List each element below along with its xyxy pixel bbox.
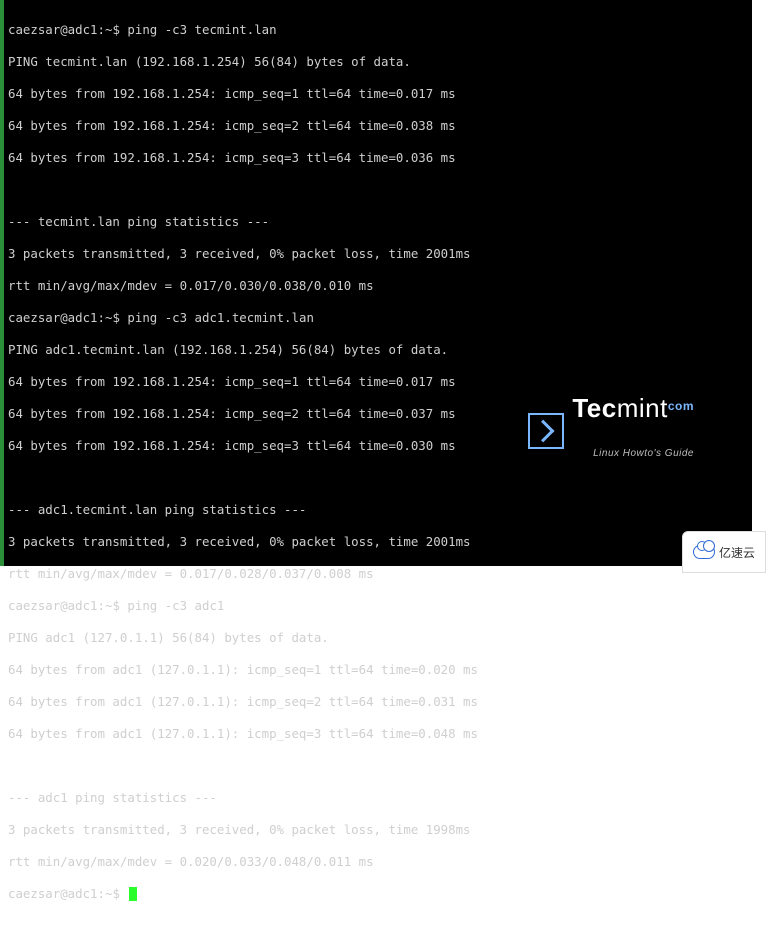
terminal-window[interactable]: caezsar@adc1:~$ ping -c3 tecmint.lan PIN… xyxy=(0,0,752,566)
ping3-stats-title: --- adc1 ping statistics --- xyxy=(4,790,752,806)
command-2: ping -c3 adc1.tecmint.lan xyxy=(127,310,314,325)
prompt-line-1: caezsar@adc1:~$ ping -c3 tecmint.lan xyxy=(4,22,752,38)
ping1-reply-2: 64 bytes from 192.168.1.254: icmp_seq=2 … xyxy=(4,118,752,134)
cursor-icon xyxy=(129,887,137,901)
ping1-stats-1: 3 packets transmitted, 3 received, 0% pa… xyxy=(4,246,752,262)
ping1-reply-3: 64 bytes from 192.168.1.254: icmp_seq=3 … xyxy=(4,150,752,166)
ping1-stats-2: rtt min/avg/max/mdev = 0.017/0.030/0.038… xyxy=(4,278,752,294)
command-3: ping -c3 adc1 xyxy=(127,598,224,613)
prompt-line-3: caezsar@adc1:~$ ping -c3 adc1 xyxy=(4,598,752,614)
prompt-line-2: caezsar@adc1:~$ ping -c3 adc1.tecmint.la… xyxy=(4,310,752,326)
ping1-header: PING tecmint.lan (192.168.1.254) 56(84) … xyxy=(4,54,752,70)
ping3-reply-3: 64 bytes from adc1 (127.0.1.1): icmp_seq… xyxy=(4,726,752,742)
tecmint-watermark: Tecmintcom Linux Howto's Guide xyxy=(528,336,694,526)
blank-line xyxy=(4,758,752,774)
provider-badge[interactable]: 亿速云 xyxy=(682,531,766,573)
provider-badge-text: 亿速云 xyxy=(719,544,755,561)
ping3-reply-2: 64 bytes from adc1 (127.0.1.1): icmp_seq… xyxy=(4,694,752,710)
prompt-line-4[interactable]: caezsar@adc1:~$ xyxy=(4,886,752,902)
prompt-symbol: $ xyxy=(112,22,119,37)
ping3-stats-2: rtt min/avg/max/mdev = 0.020/0.033/0.048… xyxy=(4,854,752,870)
ping3-header: PING adc1 (127.0.1.1) 56(84) bytes of da… xyxy=(4,630,752,646)
blank-line xyxy=(4,182,752,198)
ping3-stats-1: 3 packets transmitted, 3 received, 0% pa… xyxy=(4,822,752,838)
watermark-tagline: Linux Howto's Guide xyxy=(572,446,694,462)
ping2-stats-2: rtt min/avg/max/mdev = 0.017/0.028/0.037… xyxy=(4,566,752,582)
prompt-userhost: caezsar@adc1 xyxy=(8,22,98,37)
command-1: ping -c3 tecmint.lan xyxy=(127,22,276,37)
watermark-title: Tecmintcom xyxy=(572,400,694,416)
ping2-stats-1: 3 packets transmitted, 3 received, 0% pa… xyxy=(4,534,752,550)
arrow-box-icon xyxy=(528,413,564,449)
ping3-reply-1: 64 bytes from adc1 (127.0.1.1): icmp_seq… xyxy=(4,662,752,678)
cloud-icon xyxy=(693,545,715,559)
ping1-stats-title: --- tecmint.lan ping statistics --- xyxy=(4,214,752,230)
ping1-reply-1: 64 bytes from 192.168.1.254: icmp_seq=1 … xyxy=(4,86,752,102)
